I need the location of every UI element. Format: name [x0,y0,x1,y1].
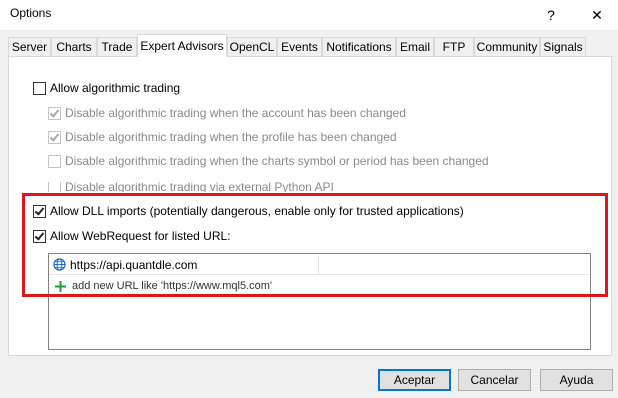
column-separator [318,256,319,275]
url-list-item[interactable]: https://api.quantdle.com [49,255,590,275]
ok-button[interactable]: Aceptar [378,369,451,391]
title-bar: Options ? ✕ [0,0,618,30]
disable-python-api-checkbox[interactable] [48,182,61,192]
disable-on-symbol-change-label: Disable algorithmic trading when the cha… [65,154,489,168]
tab-trade[interactable]: Trade [97,37,137,56]
allow-webrequest-option[interactable]: Allow WebRequest for listed URL: [33,228,231,244]
allow-dll-imports-option[interactable]: Allow DLL imports (potentially dangerous… [33,203,464,219]
check-icon [49,130,60,142]
disable-python-api-option[interactable]: Disable algorithmic trading via external… [48,182,334,192]
disable-python-api-label: Disable algorithmic trading via external… [65,182,334,192]
disable-on-profile-change-option[interactable]: Disable algorithmic trading when the pro… [48,129,397,145]
tab-opencl[interactable]: OpenCL [227,37,277,56]
tab-strip: Server Charts Trade Expert Advisors Open… [8,34,612,57]
disable-on-account-change-label: Disable algorithmic trading when the acc… [65,106,406,120]
tab-server[interactable]: Server [8,37,51,56]
url-value: https://api.quantdle.com [70,257,198,272]
plus-icon [55,280,66,292]
disable-on-account-change-checkbox[interactable] [48,106,61,120]
tab-email[interactable]: Email [396,37,434,56]
disable-on-symbol-change-option[interactable]: Disable algorithmic trading when the cha… [48,153,489,169]
tab-events[interactable]: Events [277,37,322,56]
disable-on-symbol-change-checkbox[interactable] [48,154,61,168]
tab-expert-advisors[interactable]: Expert Advisors [137,34,227,57]
add-url-placeholder: add new URL like 'https://www.mql5.com' [72,280,273,292]
disable-on-profile-change-label: Disable algorithmic trading when the pro… [65,130,397,144]
tab-signals[interactable]: Signals [540,37,586,56]
disable-on-account-change-option[interactable]: Disable algorithmic trading when the acc… [48,105,406,121]
allow-webrequest-checkbox[interactable] [33,229,46,243]
cancel-button[interactable]: Cancelar [458,369,531,391]
tab-ftp[interactable]: FTP [434,37,474,56]
window-title: Options [10,6,52,20]
check-icon [49,106,60,118]
help-dialog-button[interactable]: Ayuda [540,369,613,391]
help-button[interactable]: ? [540,4,562,26]
tab-notifications[interactable]: Notifications [322,37,396,56]
check-icon [34,204,45,216]
globe-icon [53,258,66,271]
close-button[interactable]: ✕ [586,4,608,26]
allow-algo-trading-option[interactable]: Allow algorithmic trading [33,80,180,96]
allow-algo-trading-checkbox[interactable] [33,81,46,95]
add-url-row[interactable]: add new URL like 'https://www.mql5.com' [49,276,590,296]
allow-webrequest-label: Allow WebRequest for listed URL: [50,229,231,243]
check-icon [34,229,45,241]
url-list[interactable]: https://api.quantdle.com add new URL lik… [48,253,591,350]
allow-dll-imports-label: Allow DLL imports (potentially dangerous… [50,204,464,218]
allow-algo-trading-label: Allow algorithmic trading [50,81,181,95]
tab-charts[interactable]: Charts [51,37,97,56]
disable-on-profile-change-checkbox[interactable] [48,130,61,144]
tab-community[interactable]: Community [474,37,540,56]
allow-dll-imports-checkbox[interactable] [33,204,46,218]
